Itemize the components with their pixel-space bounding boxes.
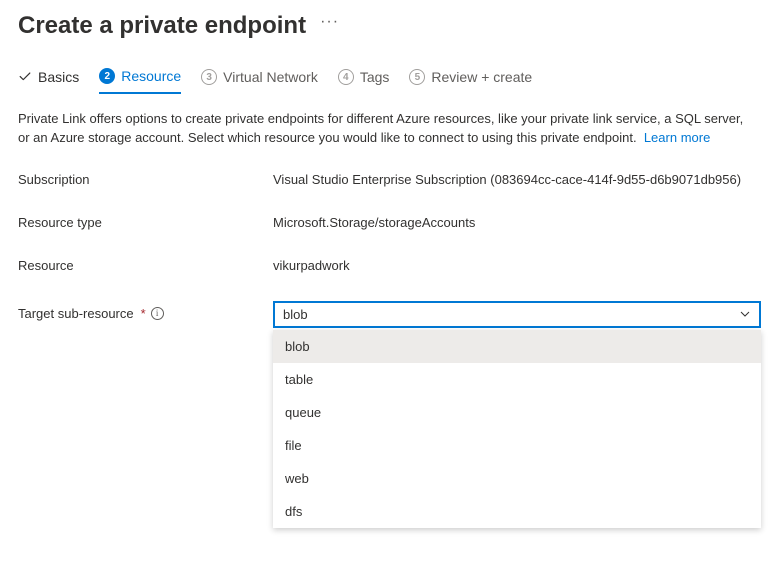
description-text: Private Link offers options to create pr…	[18, 110, 758, 148]
learn-more-link[interactable]: Learn more	[644, 130, 710, 145]
subscription-value: Visual Studio Enterprise Subscription (0…	[273, 172, 761, 187]
resource-type-value: Microsoft.Storage/storageAccounts	[273, 215, 761, 230]
step-circle-icon: 2	[99, 68, 115, 84]
tab-label: Basics	[38, 69, 79, 85]
more-menu-button[interactable]: ···	[320, 13, 339, 31]
dropdown-option-queue[interactable]: queue	[273, 396, 761, 429]
chevron-down-icon	[739, 308, 751, 320]
resource-value: vikurpadwork	[273, 258, 761, 273]
resource-label: Resource	[18, 258, 273, 273]
required-indicator: *	[141, 306, 146, 321]
dropdown-selected-value: blob	[283, 307, 308, 322]
step-circle-icon: 3	[201, 69, 217, 85]
tab-label: Resource	[121, 68, 181, 84]
tab-label: Review + create	[431, 69, 532, 85]
target-sub-resource-dropdown[interactable]: blob	[273, 301, 761, 328]
tab-virtual-network[interactable]: 3 Virtual Network	[201, 69, 318, 93]
checkmark-icon	[18, 70, 32, 84]
dropdown-option-file[interactable]: file	[273, 429, 761, 462]
resource-type-label: Resource type	[18, 215, 273, 230]
page-title: Create a private endpoint	[18, 12, 306, 40]
tab-basics[interactable]: Basics	[18, 69, 79, 93]
dropdown-option-blob[interactable]: blob	[273, 330, 761, 363]
tab-tags[interactable]: 4 Tags	[338, 69, 390, 93]
tab-resource[interactable]: 2 Resource	[99, 68, 181, 94]
tab-label: Tags	[360, 69, 390, 85]
wizard-tabs: Basics 2 Resource 3 Virtual Network 4 Ta…	[18, 68, 761, 94]
dropdown-options-list: blob table queue file web dfs	[273, 330, 761, 528]
step-circle-icon: 4	[338, 69, 354, 85]
info-icon[interactable]: i	[151, 307, 164, 320]
subscription-label: Subscription	[18, 172, 273, 187]
dropdown-option-dfs[interactable]: dfs	[273, 495, 761, 528]
tab-label: Virtual Network	[223, 69, 318, 85]
dropdown-option-web[interactable]: web	[273, 462, 761, 495]
target-sub-resource-label: Target sub-resource	[18, 306, 134, 321]
dropdown-option-table[interactable]: table	[273, 363, 761, 396]
step-circle-icon: 5	[409, 69, 425, 85]
tab-review-create[interactable]: 5 Review + create	[409, 69, 532, 93]
